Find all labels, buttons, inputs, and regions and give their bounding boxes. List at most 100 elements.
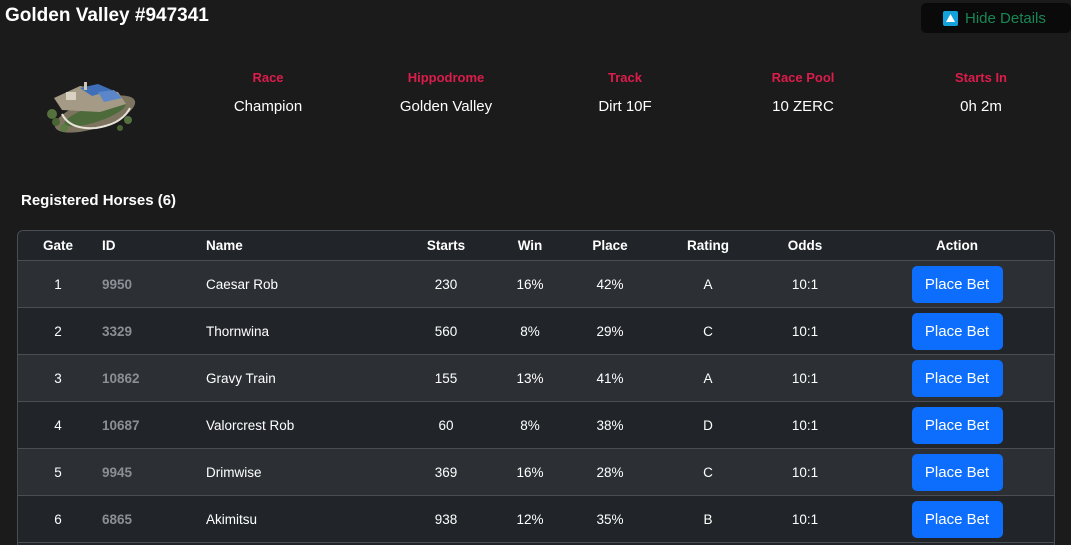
- action-cell: Place Bet: [860, 495, 1054, 543]
- horses-table-container[interactable]: Gate ID Name Starts Win Place Rating Odd…: [17, 230, 1055, 545]
- table-header-row: Gate ID Name Starts Win Place Rating Odd…: [18, 231, 1054, 261]
- caret-up-icon: [943, 10, 958, 26]
- odds-cell: 10:1: [750, 354, 860, 402]
- race-info: Race Champion: [188, 70, 348, 115]
- odds-cell: 10:1: [750, 448, 860, 496]
- column-header-starts: Starts: [386, 231, 506, 261]
- horse-name-cell: Drimwise: [202, 448, 386, 496]
- win-cell: 8%: [506, 307, 554, 355]
- odds-cell: 10:1: [750, 495, 860, 543]
- horse-name-cell: Akimitsu: [202, 495, 386, 543]
- gate-cell: 1: [18, 260, 98, 308]
- rating-cell: B: [666, 495, 750, 543]
- place-cell: 38%: [554, 401, 666, 449]
- place-bet-button[interactable]: Place Bet: [911, 265, 1003, 303]
- hippodrome-label: Hippodrome: [407, 70, 485, 85]
- table-row: 2 3329 Thornwina 560 8% 29% C 10:1 Place…: [18, 307, 1054, 355]
- horse-id-cell: 10862: [98, 354, 202, 402]
- track-info: Track Dirt 10F: [545, 70, 705, 115]
- column-header-win: Win: [506, 231, 554, 261]
- column-header-odds: Odds: [750, 231, 860, 261]
- race-pool-info: Race Pool 10 ZERC: [723, 70, 883, 115]
- horse-name-cell: Gravy Train: [202, 354, 386, 402]
- action-cell: Place Bet: [860, 448, 1054, 496]
- column-header-id: ID: [98, 231, 202, 261]
- horse-id-cell: 9945: [98, 448, 202, 496]
- starts-in-value: 0h 2m: [960, 98, 1002, 115]
- page-title: Golden Valley #947341: [5, 5, 209, 26]
- place-bet-button[interactable]: Place Bet: [911, 359, 1003, 397]
- column-header-action: Action: [860, 231, 1054, 261]
- starts-in-info: Starts In 0h 2m: [901, 70, 1061, 115]
- horse-id-cell: 3329: [98, 307, 202, 355]
- table-row: 3 10862 Gravy Train 155 13% 41% A 10:1 P…: [18, 354, 1054, 402]
- starts-cell: 155: [386, 354, 506, 402]
- race-pool-value: 10 ZERC: [772, 98, 834, 115]
- column-header-gate: Gate: [18, 231, 98, 261]
- starts-cell: 230: [386, 260, 506, 308]
- horse-id-cell: 10687: [98, 401, 202, 449]
- horse-id-cell: 6865: [98, 495, 202, 543]
- action-cell: Place Bet: [860, 260, 1054, 308]
- place-cell: 28%: [554, 448, 666, 496]
- rating-cell: D: [666, 401, 750, 449]
- win-cell: 13%: [506, 354, 554, 402]
- odds-cell: 10:1: [750, 401, 860, 449]
- table-row: 6 6865 Akimitsu 938 12% 35% B 10:1 Place…: [18, 495, 1054, 543]
- registered-horses-title: Registered Horses (6): [21, 192, 177, 209]
- place-bet-button[interactable]: Place Bet: [911, 406, 1003, 444]
- rating-cell: A: [666, 260, 750, 308]
- gate-cell: 5: [18, 448, 98, 496]
- race-label: Race: [252, 70, 284, 85]
- gate-cell: 4: [18, 401, 98, 449]
- starts-in-label: Starts In: [954, 70, 1007, 85]
- win-cell: 8%: [506, 401, 554, 449]
- hippodrome-value: Golden Valley: [399, 98, 493, 115]
- race-value: Champion: [233, 98, 303, 115]
- rating-cell: C: [666, 307, 750, 355]
- action-cell: Place Bet: [860, 401, 1054, 449]
- table-row: 5 9945 Drimwise 369 16% 28% C 10:1 Place…: [18, 448, 1054, 496]
- column-header-rating: Rating: [666, 231, 750, 261]
- horse-name-cell: Thornwina: [202, 307, 386, 355]
- table-row: 1 9950 Caesar Rob 230 16% 42% A 10:1 Pla…: [18, 260, 1054, 308]
- hippodrome-info: Hippodrome Golden Valley: [366, 70, 526, 115]
- rating-cell: A: [666, 354, 750, 402]
- gate-cell: 3: [18, 354, 98, 402]
- win-cell: 16%: [506, 260, 554, 308]
- action-cell: Place Bet: [860, 354, 1054, 402]
- gate-cell: 6: [18, 495, 98, 543]
- horses-table: Gate ID Name Starts Win Place Rating Odd…: [18, 231, 1054, 543]
- place-bet-button[interactable]: Place Bet: [911, 312, 1003, 350]
- column-header-name: Name: [202, 231, 386, 261]
- starts-cell: 369: [386, 448, 506, 496]
- place-bet-button[interactable]: Place Bet: [911, 500, 1003, 538]
- horse-name-cell: Caesar Rob: [202, 260, 386, 308]
- horse-id-cell: 9950: [98, 260, 202, 308]
- track-value: Dirt 10F: [598, 98, 652, 115]
- hide-details-button[interactable]: Hide Details: [921, 3, 1071, 33]
- hide-details-label: Hide Details: [965, 9, 1046, 27]
- place-cell: 29%: [554, 307, 666, 355]
- starts-cell: 560: [386, 307, 506, 355]
- odds-cell: 10:1: [750, 260, 860, 308]
- track-label: Track: [608, 70, 642, 85]
- place-bet-button[interactable]: Place Bet: [911, 453, 1003, 491]
- starts-cell: 938: [386, 495, 506, 543]
- race-details-page: Golden Valley #947341 Hide Details Race …: [0, 0, 1071, 545]
- rating-cell: C: [666, 448, 750, 496]
- column-header-place: Place: [554, 231, 666, 261]
- odds-cell: 10:1: [750, 307, 860, 355]
- place-cell: 35%: [554, 495, 666, 543]
- table-row: 4 10687 Valorcrest Rob 60 8% 38% D 10:1 …: [18, 401, 1054, 449]
- horse-name-cell: Valorcrest Rob: [202, 401, 386, 449]
- place-cell: 42%: [554, 260, 666, 308]
- gate-cell: 2: [18, 307, 98, 355]
- win-cell: 16%: [506, 448, 554, 496]
- starts-cell: 60: [386, 401, 506, 449]
- place-cell: 41%: [554, 354, 666, 402]
- racetrack-illustration: [47, 82, 136, 133]
- action-cell: Place Bet: [860, 307, 1054, 355]
- win-cell: 12%: [506, 495, 554, 543]
- race-pool-label: Race Pool: [771, 70, 835, 85]
